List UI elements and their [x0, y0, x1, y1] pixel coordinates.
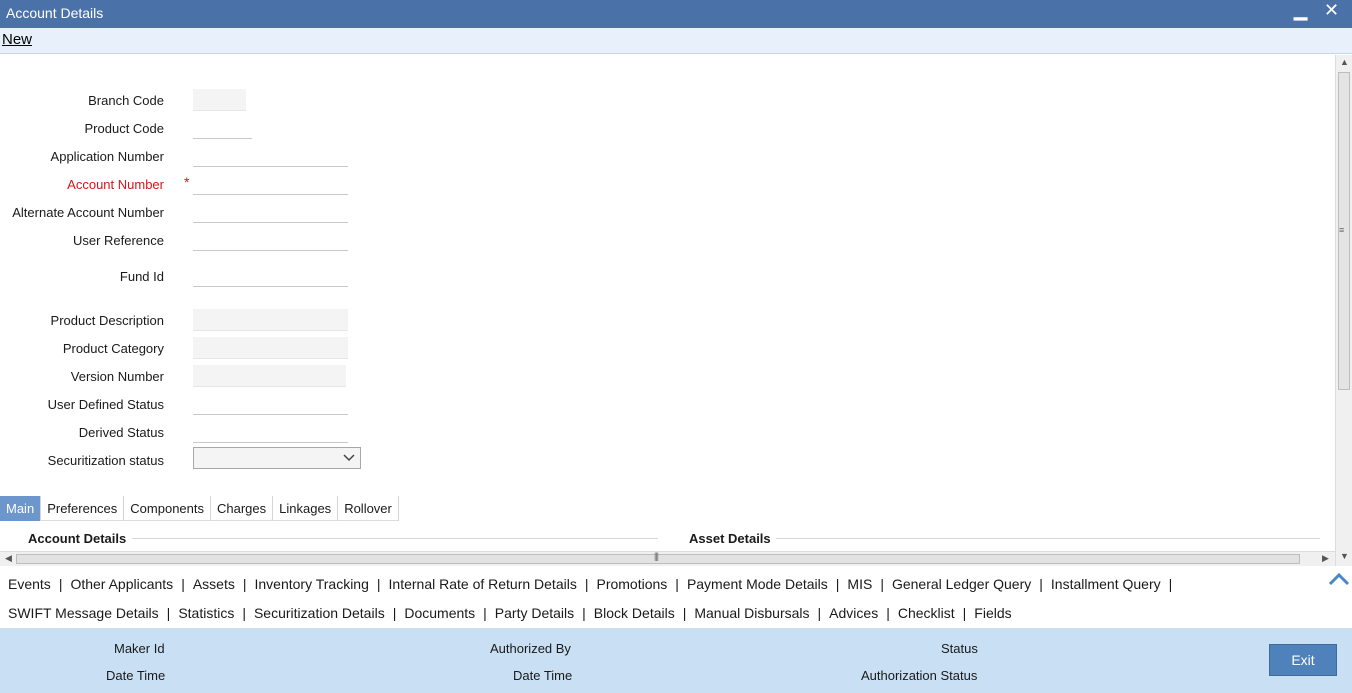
link-swift-message-details[interactable]: SWIFT Message Details	[0, 605, 167, 621]
user-reference-label: User Reference	[72, 233, 164, 248]
links-row-1: Events | Other Applicants | Assets | Inventory…	[0, 574, 1172, 594]
link-mis[interactable]: MIS	[839, 576, 880, 592]
required-mark: *	[184, 174, 190, 190]
branch-code-label: Branch Code	[88, 93, 164, 108]
exit-button[interactable]: Exit	[1269, 644, 1337, 676]
links-row-2: SWIFT Message Details | Statistics | Securit…	[0, 603, 1020, 623]
vertical-scrollbar[interactable]: ▲ ≡ ▼	[1335, 55, 1352, 566]
link-fields[interactable]: Fields	[966, 605, 1019, 621]
horizontal-scrollbar[interactable]: ◀ ||| ▶	[0, 551, 1335, 566]
close-icon[interactable]: ✕	[1324, 0, 1339, 21]
link-internal-rate-of-return-details[interactable]: Internal Rate of Return Details	[381, 576, 585, 592]
status-label: Status	[941, 641, 978, 656]
link-promotions[interactable]: Promotions	[588, 576, 675, 592]
scroll-right-icon[interactable]: ▶	[1322, 553, 1329, 564]
function-links: Events | Other Applicants | Assets | Inventory…	[0, 567, 1352, 628]
securitization-status-label: Securitization status	[47, 453, 164, 468]
tab-preferences[interactable]: Preferences	[41, 496, 125, 521]
link-general-ledger-query[interactable]: General Ledger Query	[884, 576, 1039, 592]
user-reference-field[interactable]	[193, 229, 348, 251]
window-titlebar: Account Details ▁ ✕	[0, 0, 1352, 28]
link-assets[interactable]: Assets	[185, 576, 243, 592]
application-number-label: Application Number	[50, 149, 164, 164]
date-time-label: Date Time	[106, 668, 166, 683]
product-description-field[interactable]	[193, 309, 348, 331]
tab-bar: Main Preferences Components Charges Link…	[0, 496, 399, 521]
link-payment-mode-details[interactable]: Payment Mode Details	[679, 576, 836, 592]
link-statistics[interactable]: Statistics	[170, 605, 242, 621]
toolbar: New	[0, 28, 1352, 54]
account-number-field[interactable]	[193, 173, 348, 195]
fund-id-field[interactable]	[193, 265, 348, 287]
link-securitization-details[interactable]: Securitization Details	[246, 605, 393, 621]
chevron-up-icon[interactable]	[1327, 571, 1351, 587]
account-details-heading: Account Details	[28, 531, 127, 546]
link-checklist[interactable]: Checklist	[890, 605, 963, 621]
tab-linkages[interactable]: Linkages	[273, 496, 339, 521]
alternate-account-number-label: Alternate Account Number	[12, 205, 164, 220]
link-party-details[interactable]: Party Details	[487, 605, 582, 621]
derived-status-label: Derived Status	[78, 425, 164, 440]
grip-icon: ≡	[1339, 225, 1345, 235]
link-manual-disbursals[interactable]: Manual Disbursals	[686, 605, 817, 621]
product-description-label: Product Description	[50, 313, 164, 328]
application-number-field[interactable]	[193, 145, 348, 167]
date-time-label: Date Time	[513, 668, 573, 683]
authorization-status-label: Authorization Status	[861, 668, 978, 683]
chevron-down-icon	[343, 454, 355, 462]
product-code-field[interactable]	[193, 117, 252, 139]
tab-charges[interactable]: Charges	[211, 496, 274, 521]
section-divider	[132, 538, 658, 539]
new-link[interactable]: New	[2, 31, 32, 48]
user-defined-status-label: User Defined Status	[47, 397, 164, 412]
alternate-account-number-field[interactable]	[193, 201, 348, 223]
product-category-field[interactable]	[193, 337, 348, 359]
link-separator: |	[1168, 576, 1173, 592]
user-defined-status-field[interactable]	[193, 393, 348, 415]
authorized-by-label: Authorized By	[490, 641, 571, 656]
link-other-applicants[interactable]: Other Applicants	[62, 576, 181, 592]
derived-status-field[interactable]	[193, 421, 348, 443]
version-number-field[interactable]	[193, 365, 346, 387]
grip-icon: |||	[654, 551, 659, 561]
branch-code-field[interactable]	[193, 89, 246, 111]
link-documents[interactable]: Documents	[396, 605, 483, 621]
scroll-down-icon[interactable]: ▼	[1340, 551, 1349, 561]
scroll-up-icon[interactable]: ▲	[1340, 57, 1349, 67]
fund-id-label: Fund Id	[119, 269, 164, 284]
tab-rollover[interactable]: Rollover	[338, 496, 399, 521]
form-area: Branch Code Product Code Application Num…	[0, 55, 1335, 552]
product-category-label: Product Category	[62, 341, 164, 356]
link-block-details[interactable]: Block Details	[586, 605, 683, 621]
scroll-left-icon[interactable]: ◀	[5, 553, 12, 564]
section-divider	[776, 538, 1320, 539]
maker-id-label: Maker Id	[114, 641, 165, 656]
window-title: Account Details	[6, 5, 104, 21]
link-installment-query[interactable]: Installment Query	[1043, 576, 1169, 592]
version-number-label: Version Number	[70, 369, 164, 384]
minimize-icon[interactable]: ▁	[1294, 1, 1307, 21]
link-events[interactable]: Events	[0, 576, 59, 592]
securitization-status-select[interactable]	[193, 447, 361, 469]
asset-details-heading: Asset Details	[689, 531, 771, 546]
link-inventory-tracking[interactable]: Inventory Tracking	[246, 576, 376, 592]
account-number-label: Account Number	[67, 177, 164, 192]
tab-main[interactable]: Main	[0, 496, 42, 521]
audit-footer: Maker Id Date Time Authorized By Date Ti…	[0, 628, 1352, 693]
tab-components[interactable]: Components	[124, 496, 211, 521]
link-advices[interactable]: Advices	[821, 605, 886, 621]
product-code-label: Product Code	[84, 121, 165, 136]
